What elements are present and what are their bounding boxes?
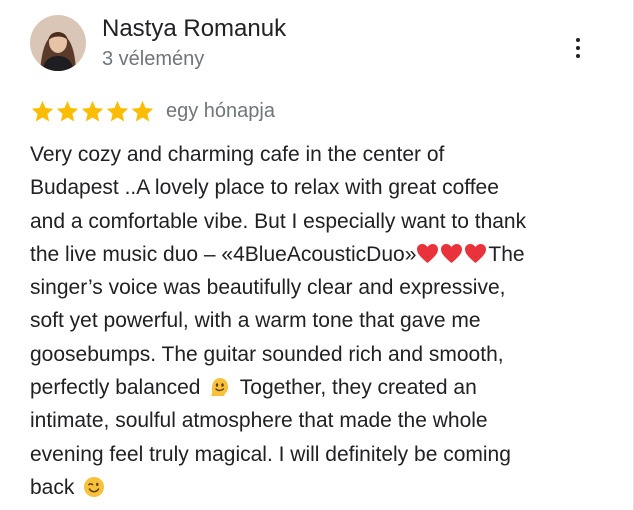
star-rating [30,99,155,123]
review-text-segment: back [30,475,75,499]
review-text-segment: the live music duo – «4BlueAcousticDuo» [30,242,417,266]
reviewer-review-count: 3 vélemény [102,48,205,70]
review-text-segment: singer’s voice was beautifully clear and… [30,276,506,300]
review-text: Very cozy and charming cafe in the cente… [30,138,600,504]
review-text-segment: Budapest ..A lovely place to relax with … [30,176,499,200]
more-options-button[interactable] [562,28,594,68]
more-vert-icon [576,38,580,42]
review-text-segment: goosebumps. The guitar sounded rich and … [30,342,504,366]
review-text-segment: intimate, soulful atmosphere that made t… [30,409,488,433]
review-line: perfectly balanced Together, they create… [30,371,600,404]
review-line: Budapest ..A lovely place to relax with … [30,171,600,204]
review-line: intimate, soulful atmosphere that made t… [30,404,600,437]
more-vert-icon-dot [576,54,580,58]
review-line: and a comfortable vibe. But I especially… [30,205,600,238]
review-line: soft yet powerful, with a warm tone that… [30,304,600,337]
reviewer-identity: Nastya Romanuk 3 vélemény [102,14,286,72]
review-text-segment: and a comfortable vibe. But I especially… [30,209,527,233]
review-text-segment: perfectly balanced [30,376,201,400]
review-line: evening feel truly magical. I will defin… [30,438,600,471]
review-text-segment: Together, they created an [239,376,477,400]
star-icon [131,100,154,122]
more-vert-icon-dot [576,46,580,50]
review-line: back [30,471,600,504]
reviewer-header[interactable]: Nastya Romanuk 3 vélemény [30,14,286,72]
review-card: Nastya Romanuk 3 vélemény egy hónapja Ve… [0,0,634,510]
review-text-segment: The [488,242,525,266]
red-heart-emoji [417,243,439,263]
red-heart-emoji [441,243,463,263]
review-text-segment: soft yet powerful, with a warm tone that… [30,309,481,333]
reviewer-name[interactable]: Nastya Romanuk [102,14,286,44]
review-text-segment: evening feel truly magical. I will defin… [30,442,511,466]
red-heart-emoji [465,243,487,263]
review-date: egy hónapja [166,100,275,122]
review-line: goosebumps. The guitar sounded rich and … [30,338,600,371]
review-line: singer’s voice was beautifully clear and… [30,271,600,304]
avatar[interactable] [30,15,86,71]
star-icon [56,100,79,122]
star-icon [106,100,129,122]
star-icon [31,100,54,122]
melting-face-emoji [211,378,229,397]
review-line: the live music duo – «4BlueAcousticDuo» T… [30,238,600,271]
rating-row: egy hónapja [30,98,275,124]
review-text-segment: Very cozy and charming cafe in the cente… [30,143,445,166]
review-line: Very cozy and charming cafe in the cente… [30,138,600,171]
star-icon [81,100,104,122]
winking-face-emoji [84,476,105,497]
